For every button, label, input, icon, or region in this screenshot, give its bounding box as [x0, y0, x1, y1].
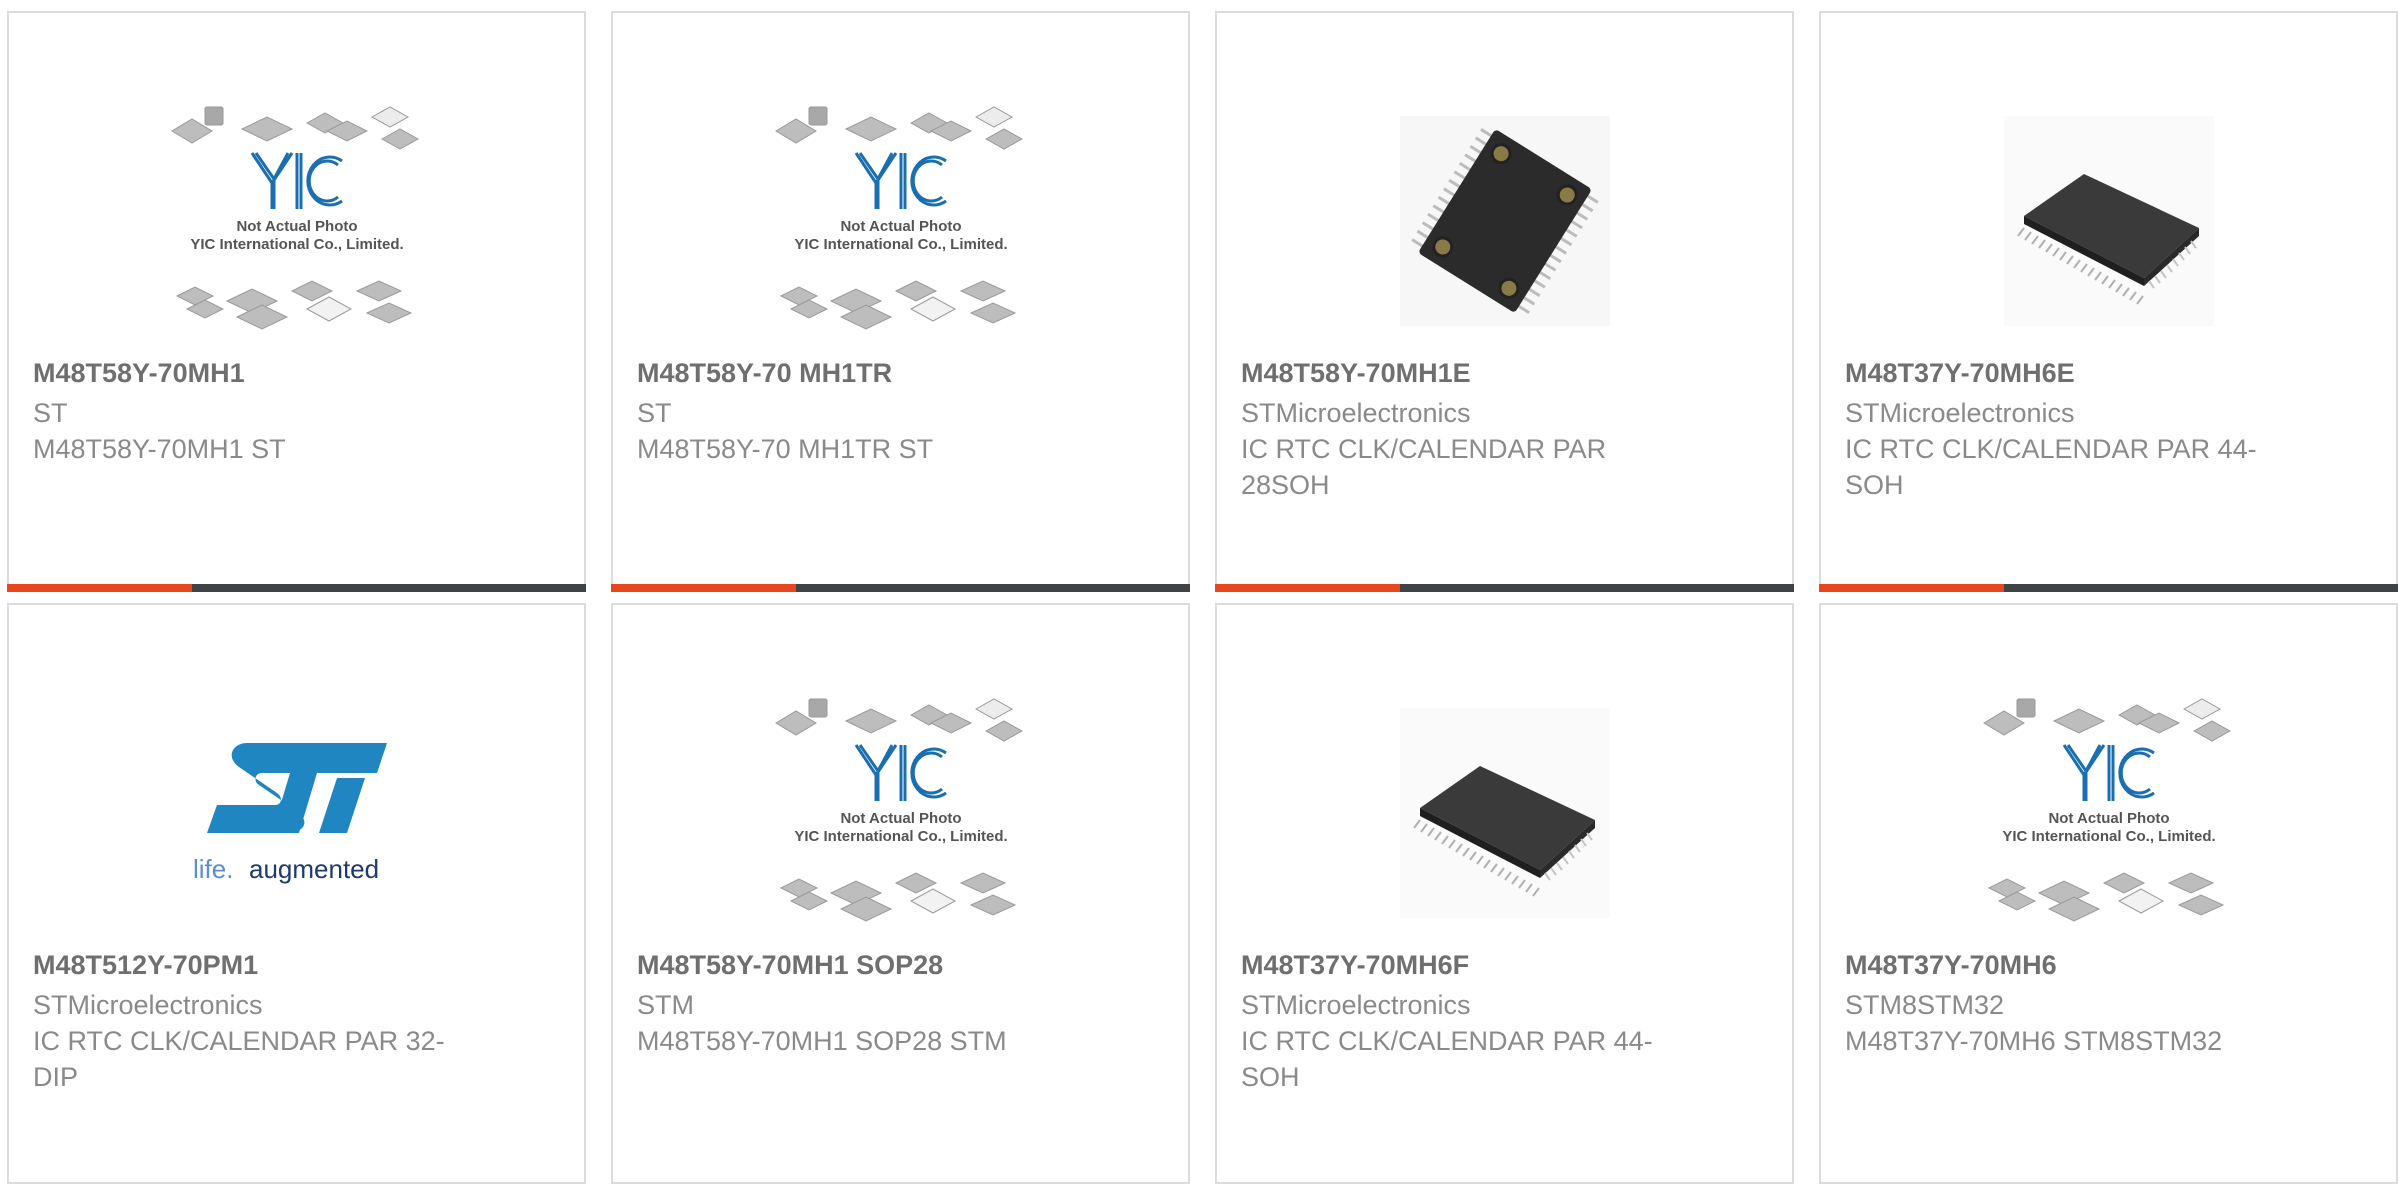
part-number[interactable]: M48T58Y-70 MH1TR: [637, 355, 1164, 391]
part-number[interactable]: M48T58Y-70MH1 SOP28: [637, 947, 1164, 983]
product-card[interactable]: M48T37Y-70MH6E STMicroelectronics IC RTC…: [1819, 11, 2398, 592]
card-bottom-bar: [611, 584, 1190, 592]
manufacturer: STMicroelectronics: [1241, 990, 1471, 1020]
soic-chip-image: [2003, 116, 2214, 326]
card-bottom-bar: [7, 584, 586, 592]
description: M48T58Y-70 MH1TR ST: [637, 434, 934, 464]
placeholder-caption-line2: YIC International Co., Limited.: [190, 236, 403, 253]
placeholder-caption-line2: YIC International Co., Limited.: [794, 236, 1007, 253]
description: M48T58Y-70MH1 ST: [33, 434, 286, 464]
product-info: M48T58Y-70MH1E STMicroelectronics IC RTC…: [1241, 355, 1768, 503]
product-info: M48T58Y-70MH1 ST M48T58Y-70MH1 ST: [33, 355, 560, 467]
product-image[interactable]: Not Actual Photo YIC International Co., …: [761, 81, 1041, 361]
product-image[interactable]: [1365, 81, 1645, 361]
description: IC RTC CLK/CALENDAR PAR 44-SOH: [1845, 434, 2257, 500]
bar-accent: [611, 584, 797, 592]
manufacturer: STMicroelectronics: [33, 990, 263, 1020]
yic-placeholder-image: Not Actual Photo YIC International Co., …: [774, 698, 1023, 922]
manufacturer: ST: [33, 398, 68, 428]
product-image[interactable]: [1969, 81, 2249, 361]
st-logo-image: life. augmented: [193, 743, 387, 884]
part-number[interactable]: M48T37Y-70MH6F: [1241, 947, 1768, 983]
product-card[interactable]: Not Actual Photo YIC International Co., …: [611, 603, 1190, 1184]
yic-placeholder-image: Not Actual Photo YIC International Co., …: [1982, 698, 2231, 922]
bar-rest: [796, 584, 1190, 592]
part-number[interactable]: M48T37Y-70MH6E: [1845, 355, 2372, 391]
description: IC RTC CLK/CALENDAR PAR 32-DIP: [33, 1026, 445, 1092]
manufacturer: STMicroelectronics: [1845, 398, 2075, 428]
placeholder-caption-line2: YIC International Co., Limited.: [794, 828, 1007, 845]
product-info: M48T58Y-70MH1 SOP28 STM M48T58Y-70MH1 SO…: [637, 947, 1164, 1059]
description: M48T58Y-70MH1 SOP28 STM: [637, 1026, 1007, 1056]
part-number[interactable]: M48T58Y-70MH1: [33, 355, 560, 391]
product-grid: Not Actual Photo YIC International Co., …: [7, 11, 2400, 1184]
bar-accent: [1215, 584, 1401, 592]
st-tagline-a: life.: [193, 854, 233, 884]
card-bottom-bar: [1819, 584, 2398, 592]
product-info: M48T512Y-70PM1 STMicroelectronics IC RTC…: [33, 947, 560, 1095]
product-card[interactable]: Not Actual Photo YIC International Co., …: [7, 11, 586, 592]
snaphat-chip-image: [1399, 116, 1610, 326]
yic-placeholder-image: Not Actual Photo YIC International Co., …: [774, 106, 1023, 330]
product-card[interactable]: Not Actual Photo YIC International Co., …: [1819, 603, 2398, 1184]
manufacturer: ST: [637, 398, 672, 428]
manufacturer: STM: [637, 990, 694, 1020]
product-info: M48T37Y-70MH6E STMicroelectronics IC RTC…: [1845, 355, 2372, 503]
description: M48T37Y-70MH6 STM8STM32: [1845, 1026, 2223, 1056]
placeholder-caption-line1: Not Actual Photo: [236, 218, 357, 235]
part-number[interactable]: M48T37Y-70MH6: [1845, 947, 2372, 983]
bar-rest: [192, 584, 586, 592]
product-info: M48T37Y-70MH6F STMicroelectronics IC RTC…: [1241, 947, 1768, 1095]
placeholder-caption-line1: Not Actual Photo: [840, 810, 961, 827]
bar-accent: [1819, 584, 2005, 592]
yic-placeholder-image: Not Actual Photo YIC International Co., …: [170, 106, 419, 330]
description: IC RTC CLK/CALENDAR PAR 28SOH: [1241, 434, 1607, 500]
st-tagline-b: augmented: [249, 854, 379, 884]
product-card[interactable]: Not Actual Photo YIC International Co., …: [611, 11, 1190, 592]
bar-rest: [2004, 584, 2398, 592]
card-bottom-bar: [1215, 584, 1794, 592]
product-card[interactable]: M48T58Y-70MH1E STMicroelectronics IC RTC…: [1215, 11, 1794, 592]
product-info: M48T58Y-70 MH1TR ST M48T58Y-70 MH1TR ST: [637, 355, 1164, 467]
product-image[interactable]: Not Actual Photo YIC International Co., …: [1969, 673, 2249, 953]
placeholder-caption-line2: YIC International Co., Limited.: [2002, 828, 2215, 845]
description: IC RTC CLK/CALENDAR PAR 44-SOH: [1241, 1026, 1653, 1092]
product-image[interactable]: Not Actual Photo YIC International Co., …: [157, 81, 437, 361]
manufacturer: STMicroelectronics: [1241, 398, 1471, 428]
manufacturer: STM8STM32: [1845, 990, 2005, 1020]
part-number[interactable]: M48T58Y-70MH1E: [1241, 355, 1768, 391]
bar-accent: [7, 584, 193, 592]
product-image[interactable]: life. augmented: [157, 673, 437, 953]
part-number[interactable]: M48T512Y-70PM1: [33, 947, 560, 983]
soic-chip-image: [1399, 708, 1610, 918]
placeholder-caption-line1: Not Actual Photo: [2048, 810, 2169, 827]
product-image[interactable]: [1365, 673, 1645, 953]
product-info: M48T37Y-70MH6 STM8STM32 M48T37Y-70MH6 ST…: [1845, 947, 2372, 1059]
product-image[interactable]: Not Actual Photo YIC International Co., …: [761, 673, 1041, 953]
product-card[interactable]: M48T37Y-70MH6F STMicroelectronics IC RTC…: [1215, 603, 1794, 1184]
placeholder-caption-line1: Not Actual Photo: [840, 218, 961, 235]
bar-rest: [1400, 584, 1794, 592]
product-card[interactable]: life. augmented M48T512Y-70PM1 STMicroel…: [7, 603, 586, 1184]
